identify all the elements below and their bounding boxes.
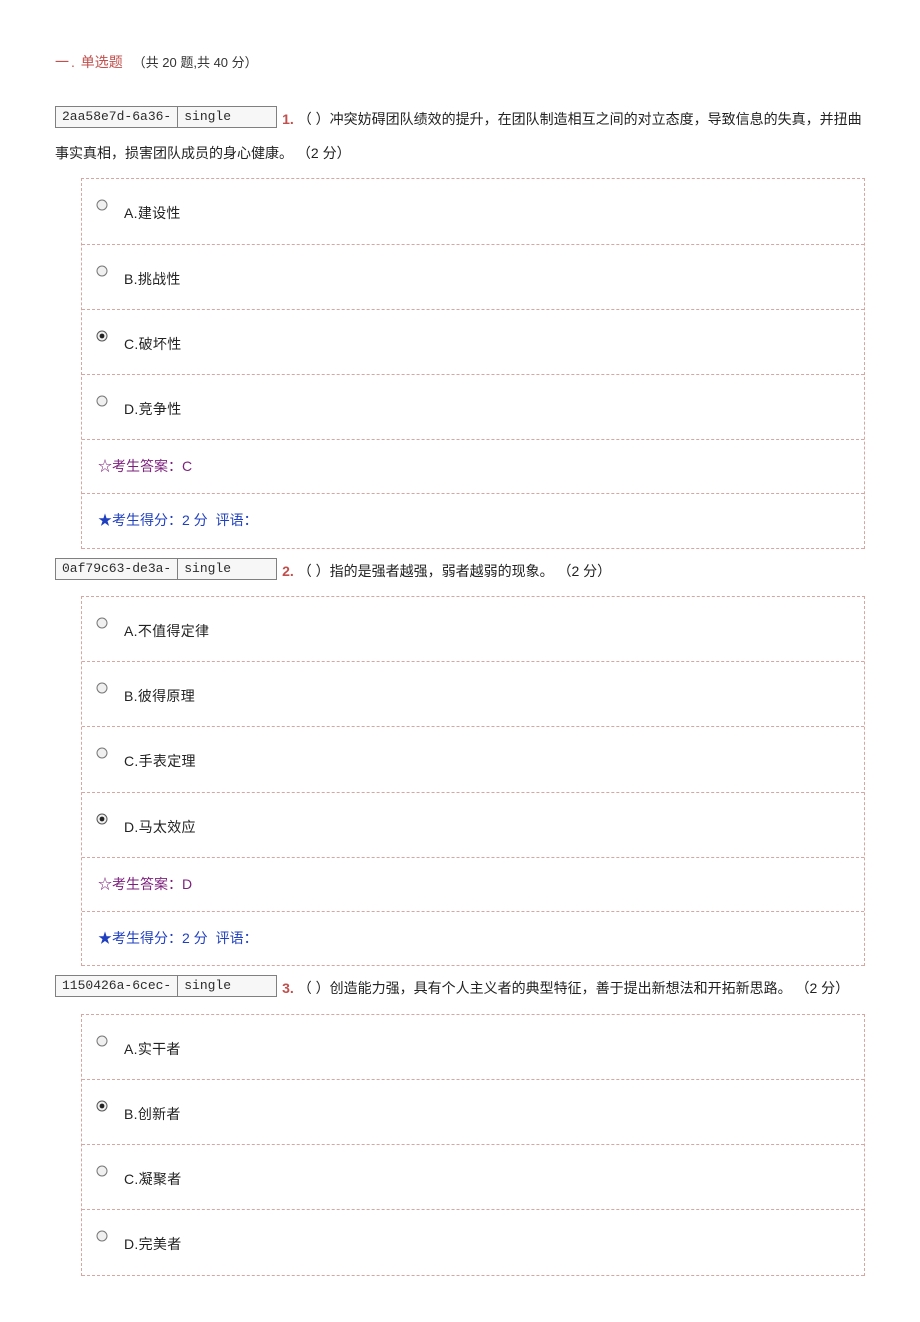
star-icon: ☆ <box>98 876 112 892</box>
question-number: 2. <box>282 563 294 579</box>
question-header: 2aa58e7d-6a36-single 1. （ ）冲突妨碍团队绩效的提升，在… <box>55 103 865 170</box>
radio-icon[interactable] <box>96 1035 108 1047</box>
option-row[interactable]: D.马太效应 <box>82 793 864 858</box>
option-row[interactable]: D.完美者 <box>82 1210 864 1275</box>
option-list: A.不值得定律 B.彼得原理 C.手表定理 D.马太效应 ☆考生答案：D ★考生… <box>81 596 865 966</box>
option-label: B.彼得原理 <box>124 680 195 709</box>
option-row[interactable]: C.破坏性 <box>82 310 864 375</box>
radio-icon[interactable] <box>96 617 108 629</box>
option-row[interactable]: B.彼得原理 <box>82 662 864 727</box>
question-block: 2aa58e7d-6a36-single 1. （ ）冲突妨碍团队绩效的提升，在… <box>55 103 865 548</box>
question-id-tag: 2aa58e7d-6a36- <box>55 106 178 128</box>
option-label: A.实干者 <box>124 1033 181 1062</box>
option-row[interactable]: C.凝聚者 <box>82 1145 864 1210</box>
score-row: ★考生得分：2 分 评语： <box>82 912 864 966</box>
radio-icon[interactable] <box>96 747 108 759</box>
option-list: A.实干者 B.创新者 C.凝聚者 D.完美者 <box>81 1014 865 1276</box>
option-label: C.破坏性 <box>124 328 182 357</box>
question-points: （2 分） <box>297 145 351 161</box>
question-points: （2 分） <box>557 563 611 579</box>
option-row[interactable]: D.竞争性 <box>82 375 864 440</box>
option-row[interactable]: A.建设性 <box>82 179 864 244</box>
section-stats: （共 20 题,共 40 分） <box>133 55 258 70</box>
question-text: （ ）指的是强者越强，弱者越弱的现象。 <box>298 563 554 579</box>
answer-row: ☆考生答案：C <box>82 440 864 494</box>
option-list: A.建设性 B.挑战性 C.破坏性 D.竞争性 ☆考生答案：C ★考生得分：2 … <box>81 178 865 548</box>
option-label: C.手表定理 <box>124 745 196 774</box>
radio-icon[interactable] <box>96 1165 108 1177</box>
radio-checked-icon[interactable] <box>96 813 108 825</box>
option-row[interactable]: A.实干者 <box>82 1015 864 1080</box>
question-points: （2 分） <box>795 980 849 996</box>
option-label: D.完美者 <box>124 1228 182 1257</box>
radio-icon[interactable] <box>96 395 108 407</box>
question-block: 0af79c63-de3a-single 2. （ ）指的是强者越强，弱者越弱的… <box>55 555 865 967</box>
question-block: 1150426a-6cec-single 3. （ ）创造能力强，具有个人主义者… <box>55 972 865 1275</box>
comment-label: 评语： <box>216 512 258 528</box>
question-header: 1150426a-6cec-single 3. （ ）创造能力强，具有个人主义者… <box>55 972 865 1006</box>
radio-icon[interactable] <box>96 199 108 211</box>
question-type-tag: single <box>177 106 277 128</box>
comment-label: 评语： <box>216 930 258 946</box>
star-filled-icon: ★ <box>98 930 112 946</box>
question-text: （ ）创造能力强，具有个人主义者的典型特征，善于提出新想法和开拓新思路。 <box>298 980 792 996</box>
section-title-sep: . <box>71 54 75 70</box>
score-value: 2 分 <box>182 930 208 946</box>
option-label: A.不值得定律 <box>124 615 209 644</box>
star-icon: ☆ <box>98 458 112 474</box>
question-id-tag: 1150426a-6cec- <box>55 975 178 997</box>
radio-icon[interactable] <box>96 1230 108 1242</box>
option-label: D.竞争性 <box>124 393 182 422</box>
option-row[interactable]: A.不值得定律 <box>82 597 864 662</box>
question-tags: 0af79c63-de3a-single <box>55 551 276 585</box>
answer-label: 考生答案： <box>112 458 182 474</box>
radio-icon[interactable] <box>96 265 108 277</box>
option-label: C.凝聚者 <box>124 1163 182 1192</box>
section-header: 一. 单选题 （共 20 题,共 40 分） <box>55 50 865 75</box>
radio-icon[interactable] <box>96 682 108 694</box>
score-value: 2 分 <box>182 512 208 528</box>
question-number: 3. <box>282 980 294 996</box>
radio-checked-icon[interactable] <box>96 1100 108 1112</box>
section-title-main: 单选题 <box>81 54 123 70</box>
option-row[interactable]: C.手表定理 <box>82 727 864 792</box>
question-type-tag: single <box>177 975 277 997</box>
answer-row: ☆考生答案：D <box>82 858 864 912</box>
answer-value: C <box>182 458 192 474</box>
star-filled-icon: ★ <box>98 512 112 528</box>
option-label: B.创新者 <box>124 1098 181 1127</box>
option-label: D.马太效应 <box>124 811 196 840</box>
question-number: 1. <box>282 111 294 127</box>
option-row[interactable]: B.挑战性 <box>82 245 864 310</box>
score-label: 考生得分： <box>112 930 182 946</box>
option-label: A.建设性 <box>124 197 181 226</box>
section-title-prefix: 一 <box>55 54 69 70</box>
radio-checked-icon[interactable] <box>96 330 108 342</box>
option-label: B.挑战性 <box>124 263 181 292</box>
option-row[interactable]: B.创新者 <box>82 1080 864 1145</box>
answer-value: D <box>182 876 192 892</box>
answer-label: 考生答案： <box>112 876 182 892</box>
score-row: ★考生得分：2 分 评语： <box>82 494 864 548</box>
score-label: 考生得分： <box>112 512 182 528</box>
question-header: 0af79c63-de3a-single 2. （ ）指的是强者越强，弱者越弱的… <box>55 555 865 589</box>
question-tags: 2aa58e7d-6a36-single <box>55 99 276 133</box>
question-id-tag: 0af79c63-de3a- <box>55 558 178 580</box>
question-tags: 1150426a-6cec-single <box>55 968 276 1002</box>
question-type-tag: single <box>177 558 277 580</box>
